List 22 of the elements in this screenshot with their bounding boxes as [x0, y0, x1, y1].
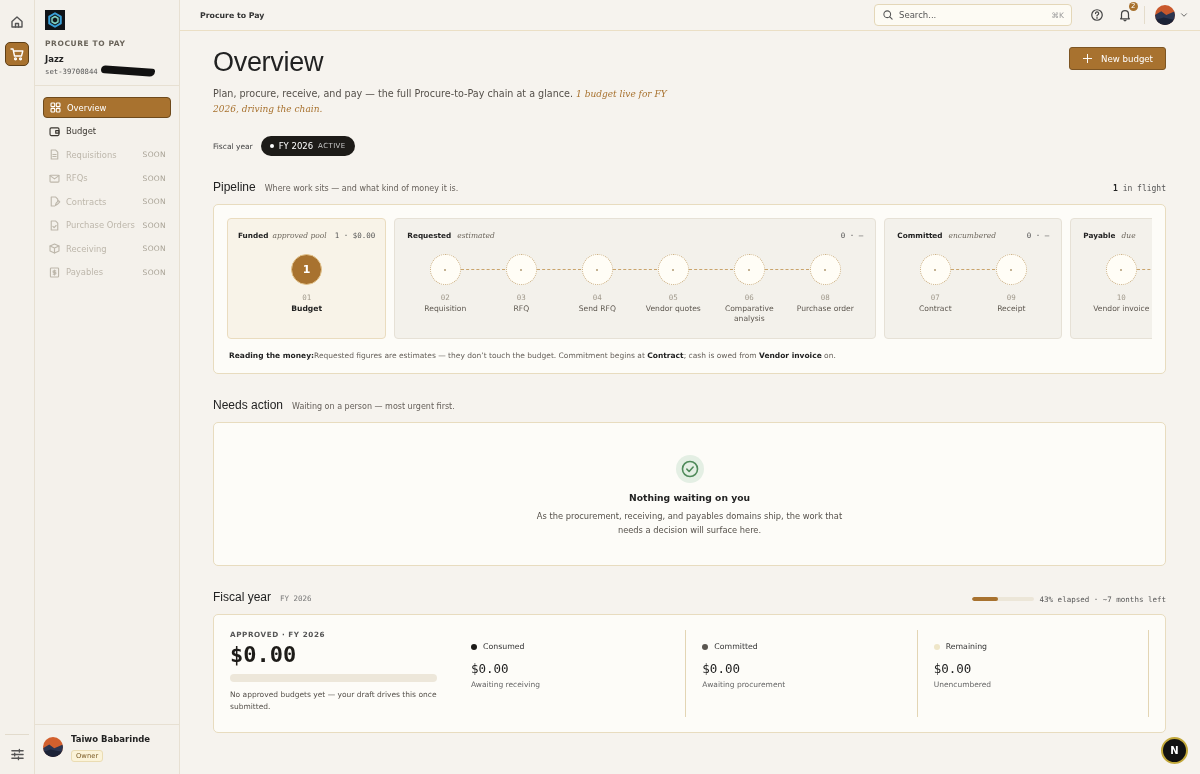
dev-tools-button[interactable]: N [1161, 737, 1188, 764]
metric-amount: $0.00 [471, 661, 510, 676]
section-title: Needs action [213, 398, 284, 412]
nav-item[interactable]: Overview [43, 97, 171, 118]
section-subtitle: Where work sits — and what kind of money it is. [264, 184, 459, 193]
section-subtitle: Waiting on a person — most urgent first. [292, 402, 455, 411]
in-flight-count: 1 in flight [1113, 184, 1166, 193]
metric-amount: $0.00 [933, 661, 973, 676]
empty-state-title: Nothing waiting on you [629, 492, 750, 503]
approved-amount: $0.00 [230, 642, 298, 667]
user-name: Taiwo Babarinde [71, 734, 151, 744]
nav-item[interactable]: Budget [43, 120, 171, 142]
new-budget-button[interactable]: New budget [1069, 47, 1166, 70]
metric-amount: $0.00 [702, 661, 741, 676]
empty-state-text: As the procurement, receiving, and payables domains ship, the work that needs a decision will surface here. [535, 510, 844, 537]
step-node[interactable]: 1 [291, 254, 323, 285]
page-title: Overview [213, 47, 325, 78]
search-input[interactable]: Search... [899, 10, 1047, 20]
page-subtitle: Plan, procure, receive, and pay — the full Procure-to-Pay chain at a glance. 1 budget live for FY 2026, driving the chain. [213, 87, 669, 116]
section-title: Fiscal year [213, 590, 271, 604]
org-name: Jazz [45, 54, 65, 64]
section-title: Pipeline [213, 180, 256, 194]
